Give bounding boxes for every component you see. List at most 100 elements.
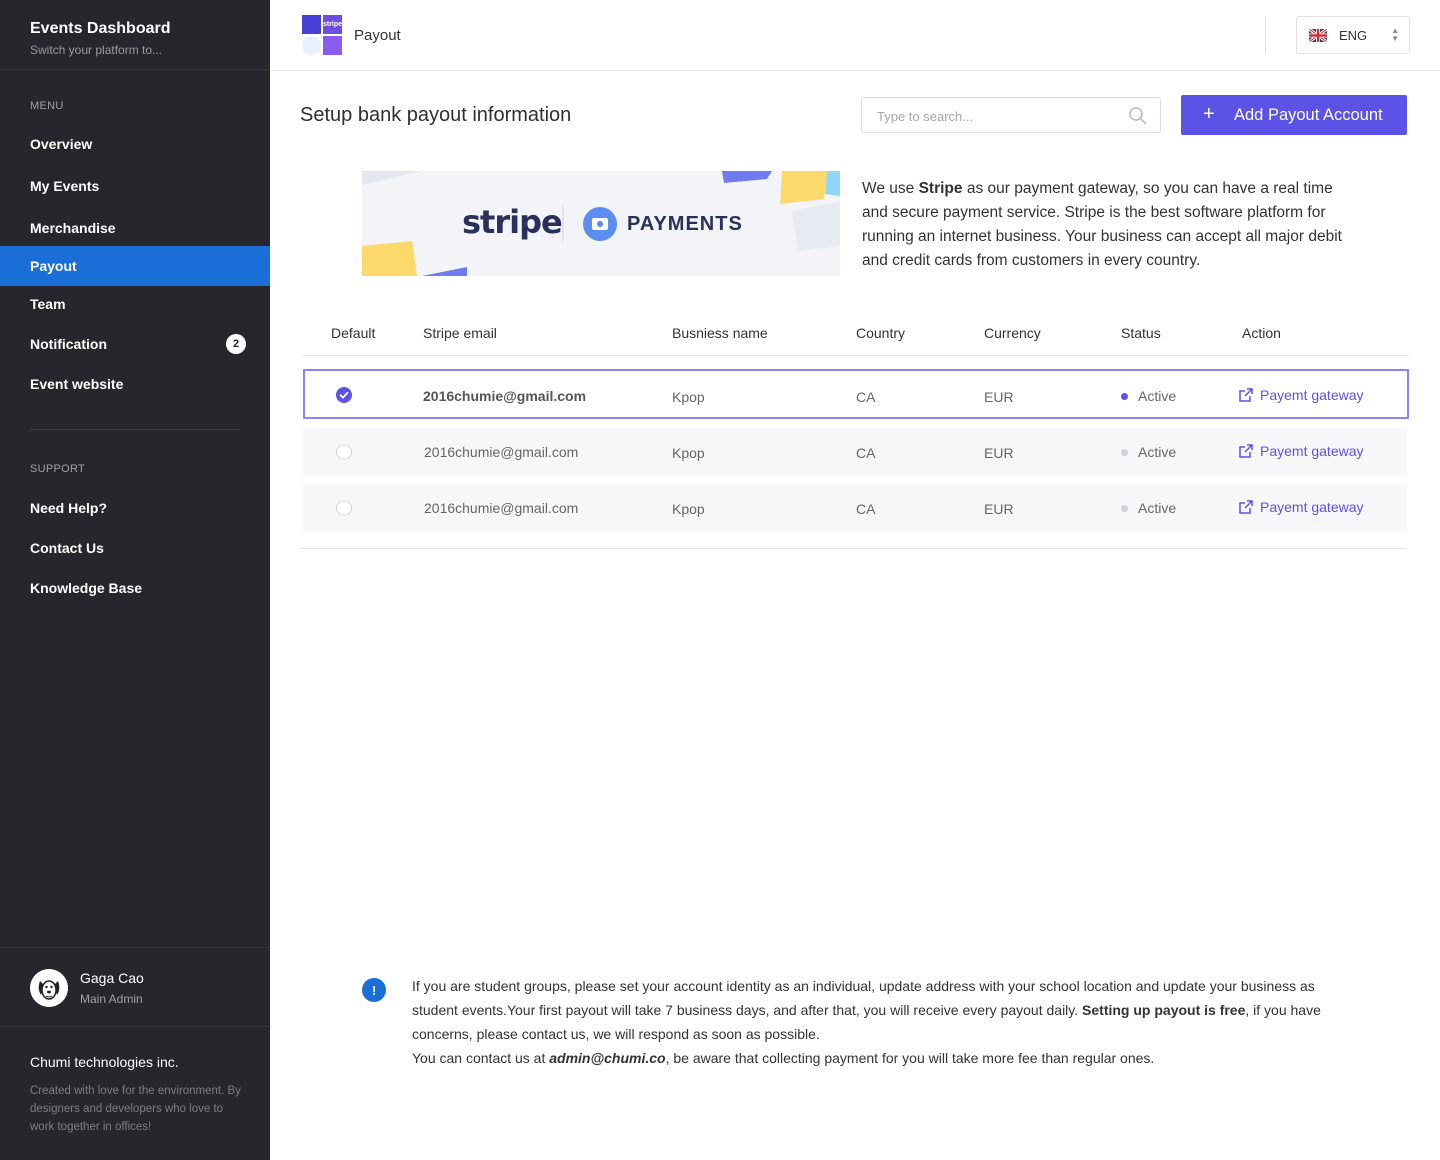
table-bottom-divider <box>300 548 1407 549</box>
table-header-country[interactable]: Country <box>856 325 905 341</box>
sidebar-item-label: Event website <box>30 376 124 392</box>
table-header-stripe-email[interactable]: Stripe email <box>423 325 497 341</box>
row-business-name: Kpop <box>672 501 705 517</box>
stripe-app-logo: stripe <box>302 15 342 55</box>
stripe-wordmark: stripe <box>462 203 563 241</box>
info-icon: ! <box>362 978 386 1002</box>
row-business-name: Kpop <box>672 445 705 461</box>
logo-tile <box>302 36 321 55</box>
table-header-currency[interactable]: Currency <box>984 325 1041 341</box>
default-radio-checked[interactable] <box>336 387 352 403</box>
payout-notice: If you are student groups, please set yo… <box>412 974 1332 1070</box>
sidebar-item-merchandise[interactable]: Merchandise <box>0 208 270 248</box>
row-status: Active <box>1138 444 1177 460</box>
sidebar-item-notification[interactable]: Notification 2 <box>0 324 270 364</box>
stripe-banner-graphic <box>362 171 840 276</box>
select-arrows-icon: ▲ ▼ <box>1391 26 1399 43</box>
table-row[interactable]: 2016chumie@gmail.com Kpop CA EUR Active … <box>303 484 1407 532</box>
table-row[interactable]: 2016chumie@gmail.com Kpop CA EUR Active … <box>303 428 1407 476</box>
add-payout-account-button[interactable]: + Add Payout Account <box>1181 95 1407 135</box>
sidebar-item-label: Payout <box>30 258 77 274</box>
row-email: 2016chumie@gmail.com <box>424 500 579 516</box>
intro-bold: Stripe <box>918 180 963 197</box>
contact-email-link[interactable]: admin@chumi.co <box>549 1050 665 1066</box>
sidebar-item-team[interactable]: Team <box>0 284 270 324</box>
table-header-default[interactable]: Default <box>331 325 375 341</box>
menu-section-label: MENU <box>30 100 64 112</box>
uk-flag-icon <box>1309 29 1327 42</box>
status-dot-icon <box>1121 449 1128 456</box>
external-link-icon <box>1239 444 1253 458</box>
payment-gateway-link[interactable]: Payemt gateway <box>1238 443 1364 459</box>
table-header-action[interactable]: Action <box>1242 325 1281 341</box>
user-profile[interactable]: Gaga Cao Main Admin <box>0 947 270 1027</box>
payment-gateway-link[interactable]: Payemt gateway <box>1238 387 1364 403</box>
sidebar-item-label: Team <box>30 296 66 312</box>
page-title: Payout <box>354 27 401 44</box>
external-link-icon <box>1239 388 1253 402</box>
row-status: Active <box>1138 388 1177 404</box>
sidebar-item-my-events[interactable]: My Events <box>0 166 270 206</box>
payment-gateway-link[interactable]: Payemt gateway <box>1238 499 1364 515</box>
section-title: Setup bank payout information <box>300 104 572 126</box>
company-note: Created with love for the environment. B… <box>30 1085 241 1133</box>
sidebar-divider <box>30 429 240 430</box>
sidebar-item-payout[interactable]: Payout <box>0 246 270 286</box>
support-section-label: SUPPORT <box>30 463 86 475</box>
notice-bold: Setting up payout is free <box>1082 1002 1246 1018</box>
row-country: CA <box>856 445 876 461</box>
sidebar-item-label: Merchandise <box>30 220 116 236</box>
payment-gateway-label: Payemt gateway <box>1260 443 1364 459</box>
row-currency: EUR <box>984 501 1014 517</box>
row-currency: EUR <box>984 445 1014 461</box>
sidebar-item-label: Overview <box>30 136 93 152</box>
sidebar-item-event-website[interactable]: Event website <box>0 364 270 404</box>
search-input[interactable] <box>877 106 1117 126</box>
row-country: CA <box>856 389 876 405</box>
check-icon <box>339 391 349 399</box>
add-payout-account-label: Add Payout Account <box>1234 106 1383 124</box>
table-header-business-name[interactable]: Busniess name <box>672 325 768 341</box>
sidebar: Events Dashboard Switch your platform to… <box>0 0 270 1160</box>
logo-tile-text: stripe <box>323 15 342 34</box>
plus-icon: + <box>1203 103 1215 125</box>
sidebar-item-label: My Events <box>30 178 100 194</box>
default-radio[interactable] <box>336 500 352 516</box>
dog-avatar-icon <box>30 969 68 1007</box>
sidebar-item-label: Knowledge Base <box>30 580 143 596</box>
sidebar-item-knowledge-base[interactable]: Knowledge Base <box>0 568 270 608</box>
sidebar-item-contact-us[interactable]: Contact Us <box>0 528 270 568</box>
top-bar: stripe Payout ENG ▲ ▼ <box>270 0 1440 71</box>
table-header-status[interactable]: Status <box>1121 325 1161 341</box>
payments-wordmark: PAYMENTS <box>627 213 743 235</box>
intro-prefix: We use <box>862 180 919 197</box>
status-dot-icon <box>1121 393 1128 400</box>
logo-tile <box>323 36 342 55</box>
user-role: Main Admin <box>80 992 143 1006</box>
status-dot-icon <box>1121 505 1128 512</box>
stripe-payments-banner: stripe PAYMENTS <box>362 171 840 276</box>
row-email: 2016chumie@gmail.com <box>424 444 579 460</box>
sidebar-item-need-help[interactable]: Need Help? <box>0 488 270 528</box>
brand-block[interactable]: Events Dashboard Switch your platform to… <box>0 0 270 70</box>
brand-subtitle: Switch your platform to... <box>30 43 163 57</box>
table-header-divider <box>302 355 1409 356</box>
search-icon[interactable] <box>1128 106 1148 126</box>
row-email: 2016chumie@gmail.com <box>423 388 587 404</box>
language-value: ENG <box>1339 28 1368 43</box>
payment-gateway-label: Payemt gateway <box>1260 387 1364 403</box>
sidebar-item-label: Notification <box>30 336 107 352</box>
sidebar-item-label: Contact Us <box>30 540 104 556</box>
language-select[interactable]: ENG ▲ ▼ <box>1296 16 1410 54</box>
row-currency: EUR <box>984 389 1014 405</box>
avatar[interactable] <box>30 969 68 1007</box>
notification-count-badge: 2 <box>226 334 246 354</box>
user-name: Gaga Cao <box>80 970 144 986</box>
notice-contact-prefix: You can contact us at <box>412 1050 550 1066</box>
notice-contact-suffix: , be aware that collecting payment for y… <box>665 1050 1155 1066</box>
default-radio[interactable] <box>336 444 352 460</box>
table-row[interactable]: 2016chumie@gmail.com Kpop CA EUR Active … <box>303 369 1409 419</box>
header-divider <box>1265 16 1266 54</box>
sidebar-item-overview[interactable]: Overview <box>0 124 270 164</box>
search-box[interactable] <box>861 97 1161 133</box>
